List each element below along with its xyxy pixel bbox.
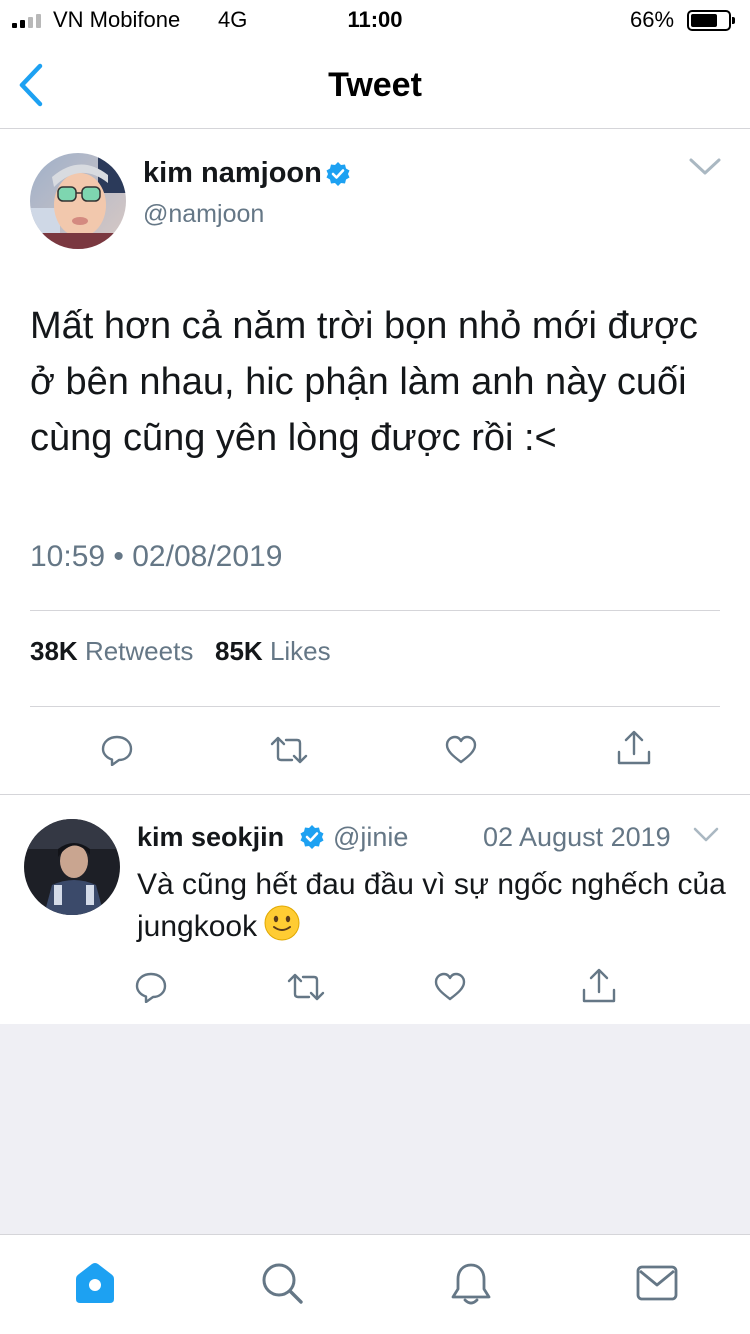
nav-bar: Tweet <box>0 40 750 129</box>
empty-area <box>0 1024 750 1234</box>
divider <box>30 610 720 611</box>
heart-icon[interactable] <box>445 735 477 765</box>
reply-author-name[interactable]: kim seokjin <box>137 822 284 853</box>
retweet-icon[interactable] <box>287 972 325 1002</box>
likes-count[interactable]: 85K <box>215 636 263 666</box>
avatar[interactable] <box>24 819 120 915</box>
retweet-icon[interactable] <box>270 735 308 765</box>
heart-icon[interactable] <box>434 972 466 1002</box>
envelope-icon[interactable] <box>636 1265 678 1301</box>
share-icon[interactable] <box>617 730 651 766</box>
page-title: Tweet <box>328 66 422 104</box>
divider <box>30 706 720 707</box>
battery-percentage: 66% <box>630 7 675 32</box>
reply-icon[interactable] <box>135 971 167 1003</box>
main-tweet: kim namjoon @namjoon Mất hơn cả năm trời… <box>0 130 750 795</box>
avatar-image <box>24 819 120 915</box>
author-handle: @namjoon <box>143 200 265 228</box>
retweets-label[interactable]: Retweets <box>85 636 193 666</box>
author-name[interactable]: kim namjoon <box>143 157 322 190</box>
battery-icon <box>687 10 735 31</box>
verified-badge-icon <box>326 162 350 186</box>
status-bar: VN Mobifone 4G 11:00 66% <box>0 0 750 40</box>
chevron-down-icon[interactable] <box>688 156 722 178</box>
verified-badge-icon <box>300 825 324 849</box>
bell-icon[interactable] <box>450 1261 492 1307</box>
slightly-smiling-face-icon <box>264 905 300 941</box>
reply-date: 02 August 2019 <box>483 822 671 852</box>
reply-icon[interactable] <box>101 734 133 766</box>
share-icon[interactable] <box>582 968 616 1004</box>
reply-text: Và cũng hết đau đầu vì sự ngốc nghếch củ… <box>137 866 727 946</box>
reply-text-content: Và cũng hết đau đầu vì sự ngốc nghếch củ… <box>137 868 726 943</box>
reply-tweet[interactable]: kim seokjin @jinie 02 August 2019 Và cũn… <box>0 796 750 1024</box>
home-icon[interactable] <box>72 1261 118 1305</box>
chevron-down-icon[interactable] <box>692 826 720 844</box>
tweet-timestamp: 10:59 • 02/08/2019 <box>30 540 283 573</box>
tweet-text: Mất hơn cả năm trời bọn nhỏ mới được ở b… <box>30 305 698 459</box>
tab-bar <box>0 1234 750 1334</box>
likes-label[interactable]: Likes <box>270 636 331 666</box>
avatar[interactable] <box>30 153 126 249</box>
avatar-image <box>30 153 126 249</box>
tweet-stats: 38K Retweets 85K Likes <box>30 636 331 667</box>
retweets-count[interactable]: 38K <box>30 636 78 666</box>
reply-author-handle: @jinie <box>333 822 409 852</box>
search-icon[interactable] <box>260 1261 304 1305</box>
